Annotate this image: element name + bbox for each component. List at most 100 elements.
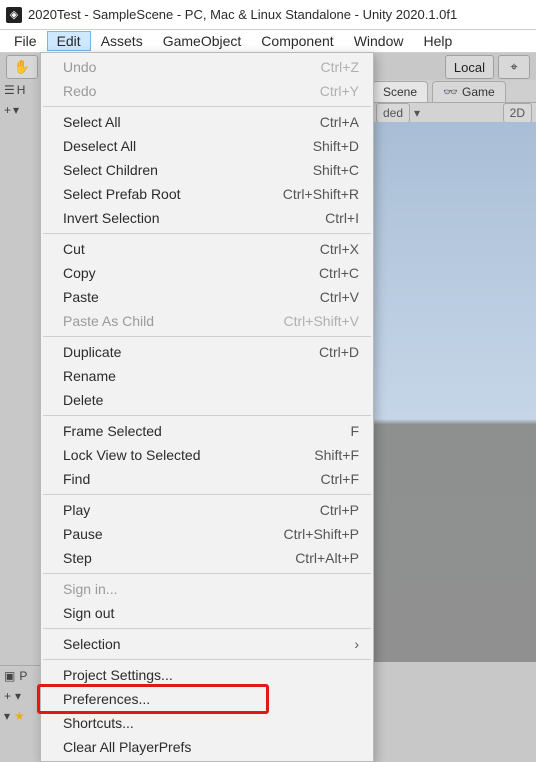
scene-toolbar: ded ▾ 2D: [372, 103, 536, 123]
shaded-mode-dropdown[interactable]: ded: [376, 103, 410, 123]
menu-separator: [43, 336, 371, 337]
menu-item-label: Select All: [63, 113, 320, 131]
menu-item-shortcut: Ctrl+D: [319, 343, 359, 361]
menu-item-label: Sign in...: [63, 580, 359, 598]
menu-item-paste[interactable]: PasteCtrl+V: [41, 285, 373, 309]
menu-item-label: Play: [63, 501, 320, 519]
title-bar: ◈ 2020Test - SampleScene - PC, Mac & Lin…: [0, 0, 536, 30]
menu-separator: [43, 659, 371, 660]
menu-item-shortcut: Ctrl+Shift+V: [284, 312, 359, 330]
tab-game[interactable]: 👓 Game: [432, 81, 506, 102]
menu-item-copy[interactable]: CopyCtrl+C: [41, 261, 373, 285]
hierarchy-label: H: [17, 83, 26, 97]
add-button[interactable]: +: [4, 103, 11, 117]
menu-item-preferences[interactable]: Preferences...: [41, 687, 373, 711]
menu-item-frame-selected[interactable]: Frame SelectedF: [41, 419, 373, 443]
local-label: Local: [454, 60, 485, 75]
hand-tool-button[interactable]: ✋: [6, 55, 38, 79]
add-caret-icon[interactable]: ▾: [13, 103, 19, 117]
menu-item-label: Lock View to Selected: [63, 446, 314, 464]
menu-item-label: Cut: [63, 240, 320, 258]
disclosure-triangle-icon[interactable]: ▾: [4, 709, 10, 723]
menu-item-select-prefab-root[interactable]: Select Prefab RootCtrl+Shift+R: [41, 182, 373, 206]
local-toggle-button[interactable]: Local: [445, 55, 494, 79]
menu-item-shortcut: Ctrl+Y: [320, 82, 359, 100]
mode-2d-toggle[interactable]: 2D: [503, 103, 532, 123]
menu-separator: [43, 494, 371, 495]
menu-item-undo: UndoCtrl+Z: [41, 55, 373, 79]
menu-item-shortcut: Shift+F: [314, 446, 359, 464]
menu-separator: [43, 233, 371, 234]
menu-item-select-all[interactable]: Select AllCtrl+A: [41, 110, 373, 134]
menu-item-project-settings[interactable]: Project Settings...: [41, 663, 373, 687]
project-label: P: [19, 669, 27, 683]
menu-item-shortcut: Ctrl+Z: [321, 58, 360, 76]
scene-tab-label: Scene: [383, 85, 417, 99]
unity-app-icon: ◈: [6, 7, 22, 23]
menu-item-label: Selection: [63, 635, 346, 653]
menu-item-sign-out[interactable]: Sign out: [41, 601, 373, 625]
menu-item-shortcut: Ctrl+Alt+P: [295, 549, 359, 567]
menu-assets[interactable]: Assets: [91, 31, 153, 51]
menu-window[interactable]: Window: [344, 31, 414, 51]
menu-item-label: Deselect All: [63, 137, 313, 155]
menu-item-label: Duplicate: [63, 343, 319, 361]
add-button-bottom[interactable]: +: [4, 689, 11, 703]
menu-item-shortcut: Ctrl+C: [319, 264, 359, 282]
menu-item-shortcut: Ctrl+F: [321, 470, 360, 488]
menu-item-clear-all-playerprefs[interactable]: Clear All PlayerPrefs: [41, 735, 373, 759]
bottom-panel-strip: ▣ P + ▾ ▾ ★: [0, 665, 40, 730]
menu-item-shortcut: Ctrl+A: [320, 113, 359, 131]
menu-item-find[interactable]: FindCtrl+F: [41, 467, 373, 491]
menu-item-label: Invert Selection: [63, 209, 325, 227]
menu-separator: [43, 628, 371, 629]
menu-separator: [43, 573, 371, 574]
menu-item-lock-view-to-selected[interactable]: Lock View to SelectedShift+F: [41, 443, 373, 467]
game-icon: 👓: [443, 85, 458, 99]
menu-item-shortcut: Ctrl+X: [320, 240, 359, 258]
hand-icon: ✋: [14, 59, 30, 75]
menu-item-duplicate[interactable]: DuplicateCtrl+D: [41, 340, 373, 364]
menu-help[interactable]: Help: [413, 31, 462, 51]
menu-item-shortcut: Shift+D: [313, 137, 359, 155]
project-tab-fragment[interactable]: ▣ P: [0, 666, 40, 686]
menu-item-select-children[interactable]: Select ChildrenShift+C: [41, 158, 373, 182]
menu-item-step[interactable]: StepCtrl+Alt+P: [41, 546, 373, 570]
viewport-tab-bar: Scene 👓 Game: [372, 80, 536, 103]
menu-item-pause[interactable]: PauseCtrl+Shift+P: [41, 522, 373, 546]
menu-item-play[interactable]: PlayCtrl+P: [41, 498, 373, 522]
mode-2d-label: 2D: [510, 106, 525, 120]
menu-item-redo: RedoCtrl+Y: [41, 79, 373, 103]
menu-item-deselect-all[interactable]: Deselect AllShift+D: [41, 134, 373, 158]
menu-edit[interactable]: Edit: [47, 31, 91, 51]
submenu-arrow-icon: ›: [346, 635, 359, 653]
menu-file[interactable]: File: [4, 31, 47, 51]
menu-item-shortcut: Ctrl+Shift+P: [284, 525, 359, 543]
menu-item-label: Project Settings...: [63, 666, 359, 684]
menu-item-shortcut: Ctrl+Shift+R: [283, 185, 359, 203]
hierarchy-tab-fragment[interactable]: ☰ H: [0, 80, 40, 100]
menu-item-shortcuts[interactable]: Shortcuts...: [41, 711, 373, 735]
snap-button[interactable]: ⌖: [498, 55, 530, 79]
menu-item-shortcut: Shift+C: [313, 161, 359, 179]
menu-item-label: Delete: [63, 391, 359, 409]
tab-scene[interactable]: Scene: [372, 81, 428, 102]
menu-component[interactable]: Component: [251, 31, 343, 51]
menu-item-label: Pause: [63, 525, 284, 543]
menu-item-invert-selection[interactable]: Invert SelectionCtrl+I: [41, 206, 373, 230]
menu-item-label: Paste As Child: [63, 312, 284, 330]
add-caret-bottom-icon[interactable]: ▾: [15, 689, 21, 703]
magnet-icon: ⌖: [510, 59, 517, 75]
window-title: 2020Test - SampleScene - PC, Mac & Linux…: [28, 7, 457, 22]
menu-item-shortcut: Ctrl+P: [320, 501, 359, 519]
menu-item-rename[interactable]: Rename: [41, 364, 373, 388]
menu-gameobject[interactable]: GameObject: [153, 31, 252, 51]
shaded-caret-icon: ▾: [414, 106, 420, 120]
menu-item-selection[interactable]: Selection›: [41, 632, 373, 656]
favorites-icon[interactable]: ★: [14, 709, 25, 723]
menu-item-label: Find: [63, 470, 321, 488]
folder-icon: ▣: [4, 669, 15, 683]
menu-item-cut[interactable]: CutCtrl+X: [41, 237, 373, 261]
menu-item-delete[interactable]: Delete: [41, 388, 373, 412]
menu-item-label: Rename: [63, 367, 359, 385]
